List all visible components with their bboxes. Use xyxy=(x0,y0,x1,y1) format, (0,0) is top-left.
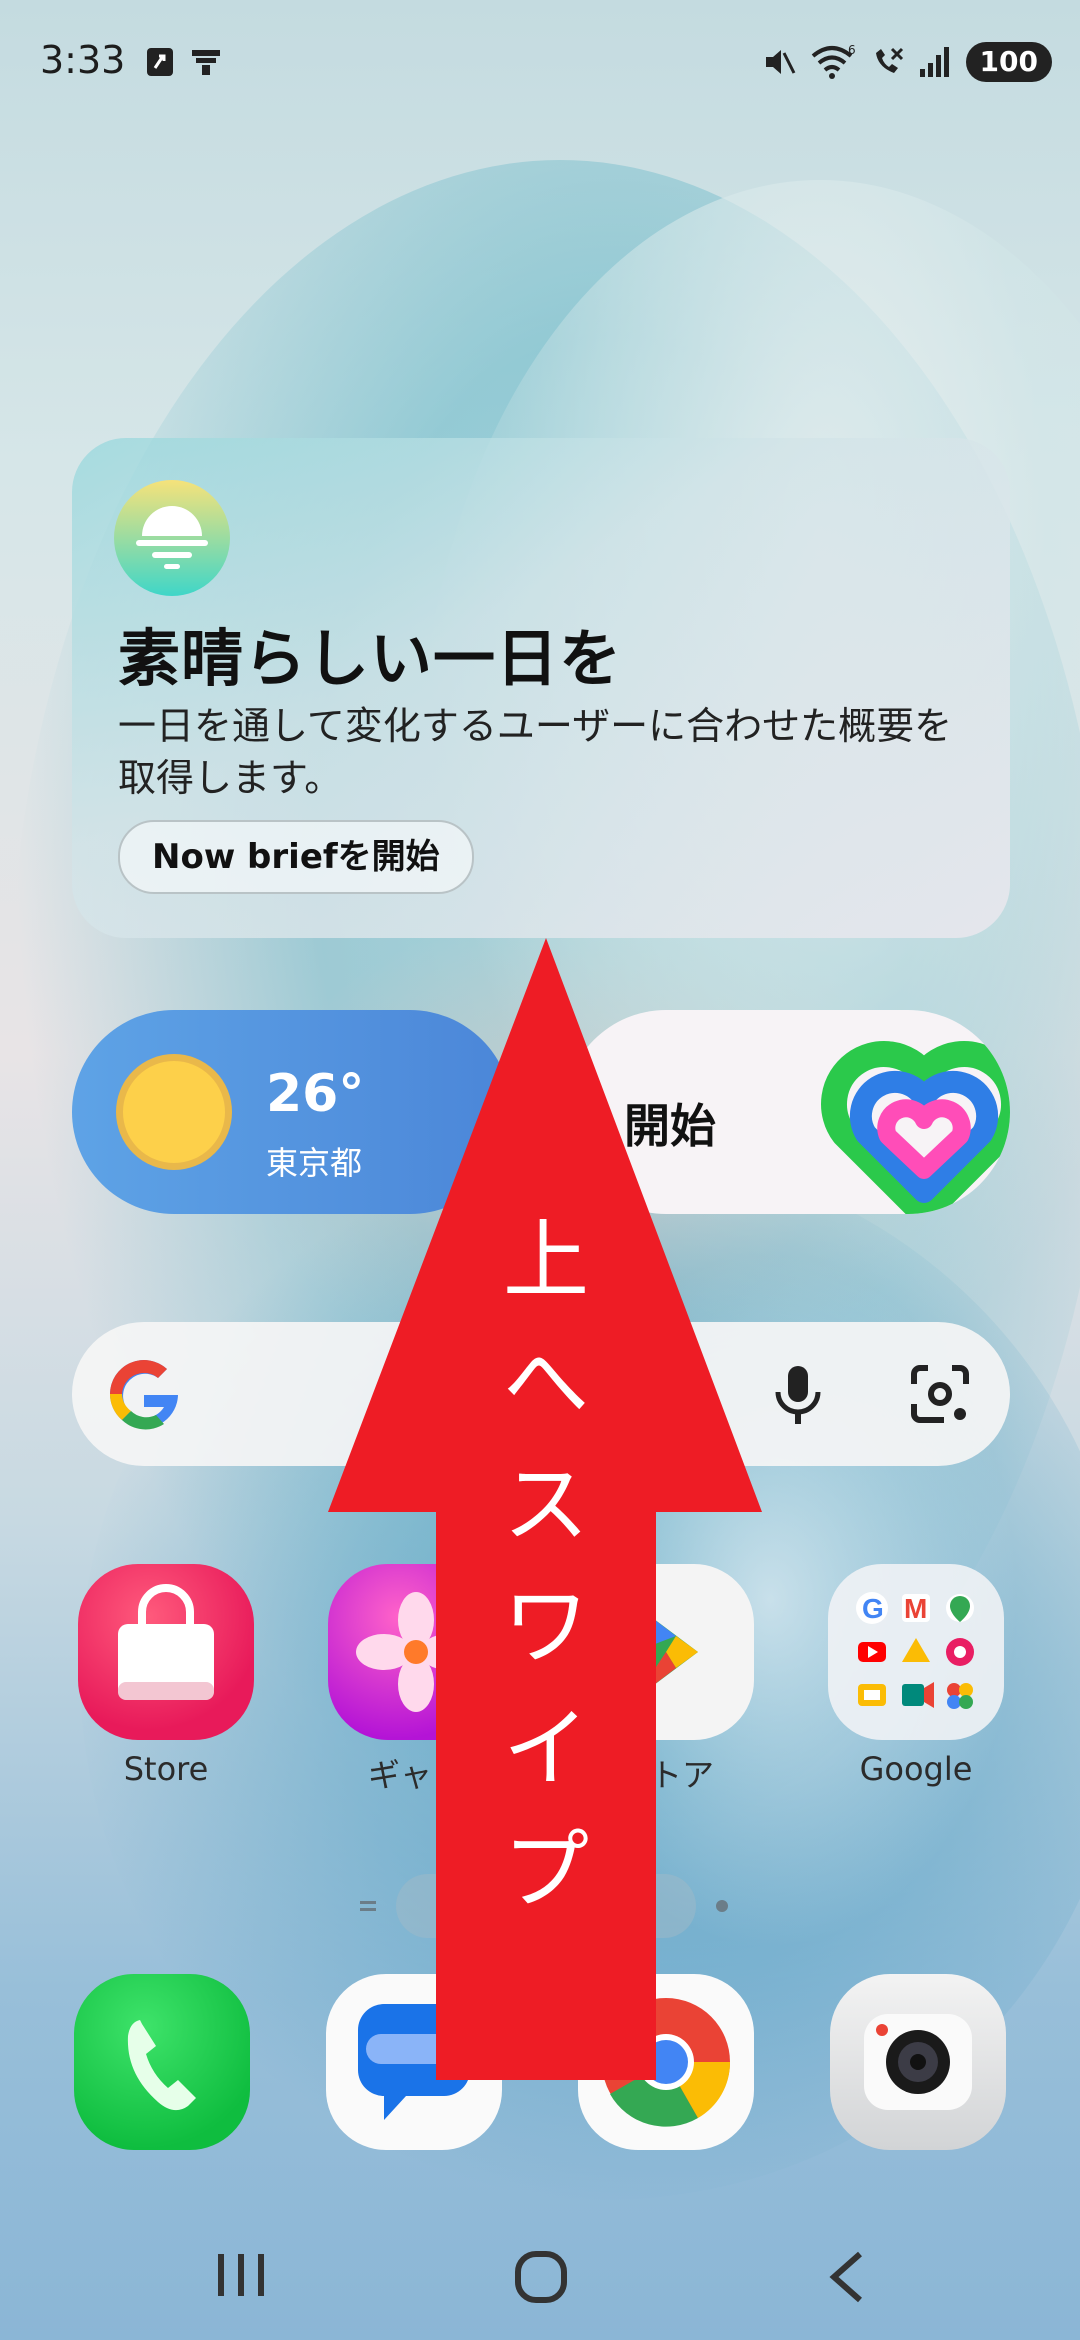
notification-icon xyxy=(147,48,173,76)
svg-text:G: G xyxy=(862,1593,884,1624)
chrome-icon[interactable] xyxy=(578,1974,754,2150)
navigation-bar xyxy=(0,2210,1080,2340)
google-folder-icon: G M xyxy=(828,1564,1004,1740)
health-widget[interactable]: 開始 xyxy=(564,1010,1010,1214)
now-brief-card[interactable]: 素晴らしい一日を 一日を通して変化するユーザーに合わせた概要を取得します。 No… xyxy=(72,438,1010,938)
brief-description: 一日を通して変化するユーザーに合わせた概要を取得します。 xyxy=(118,704,953,800)
play-store-icon xyxy=(578,1564,754,1740)
start-now-brief-button[interactable]: Now briefを開始 xyxy=(118,820,474,894)
home-screen: 3:33 6 100 素晴らしい一日を 一日を通して変化するユーザーに合わせた概… xyxy=(0,0,1080,2340)
messages-icon[interactable] xyxy=(326,1974,502,2150)
sunrise-icon xyxy=(114,480,230,596)
home-button[interactable] xyxy=(512,2248,570,2306)
swipe-label-char: ス xyxy=(503,1455,589,1555)
store-bag-icon xyxy=(78,1564,254,1740)
google-g-icon xyxy=(109,1360,178,1430)
app-label: Google xyxy=(859,1750,973,1788)
battery-indicator: 100 xyxy=(965,42,1052,82)
app-label: ギャラ xyxy=(367,1756,464,1794)
app-label: Store xyxy=(123,1750,209,1788)
swipe-label-char: イ xyxy=(503,1699,589,1799)
cast-icon xyxy=(192,50,220,75)
menu-lines-icon xyxy=(360,1901,376,1911)
swipe-up-label: 上 へ ス ワ イ プ xyxy=(496,1200,596,1932)
store-app[interactable]: Store xyxy=(66,1564,266,1788)
brief-title: 素晴らしい一日を xyxy=(118,622,623,695)
page-dot xyxy=(716,1900,728,1912)
swipe-label-char: プ xyxy=(503,1821,589,1921)
status-time: 3:33 xyxy=(40,38,126,82)
voice-search-icon[interactable] xyxy=(762,1358,834,1430)
signal-icon xyxy=(919,47,949,77)
weather-widget[interactable]: 26° 東京都 xyxy=(72,1010,512,1214)
google-folder[interactable]: G M Google xyxy=(816,1564,1016,1788)
camera-icon[interactable] xyxy=(830,1974,1006,2150)
svg-text:6: 6 xyxy=(848,44,856,57)
play-store-app[interactable]: ストア xyxy=(566,1564,766,1796)
swipe-label-char: へ xyxy=(503,1333,589,1433)
sunny-icon xyxy=(116,1054,232,1170)
google-lens-icon[interactable] xyxy=(904,1358,976,1430)
mute-icon xyxy=(765,50,795,74)
health-start-label: 開始 xyxy=(624,1099,716,1153)
recent-apps-button[interactable] xyxy=(212,2248,270,2302)
status-icons: 6 100 xyxy=(762,42,1052,82)
svg-text:M: M xyxy=(904,1593,927,1624)
activity-rings-icon xyxy=(821,1041,1010,1214)
back-button[interactable] xyxy=(822,2248,872,2306)
swipe-label-char: 上 xyxy=(503,1211,589,1311)
status-bar: 3:33 6 100 xyxy=(0,0,1080,130)
swipe-label-char: ワ xyxy=(503,1577,589,1677)
gallery-flower-icon xyxy=(328,1564,504,1740)
temperature: 26° xyxy=(266,1064,365,1124)
city-name: 東京都 xyxy=(266,1144,363,1182)
no-call-icon xyxy=(875,47,903,73)
phone-icon[interactable] xyxy=(74,1974,250,2150)
app-label: ストア xyxy=(617,1756,714,1794)
gallery-app[interactable]: ギャラ xyxy=(316,1564,516,1796)
wifi-icon: 6 xyxy=(811,44,856,79)
